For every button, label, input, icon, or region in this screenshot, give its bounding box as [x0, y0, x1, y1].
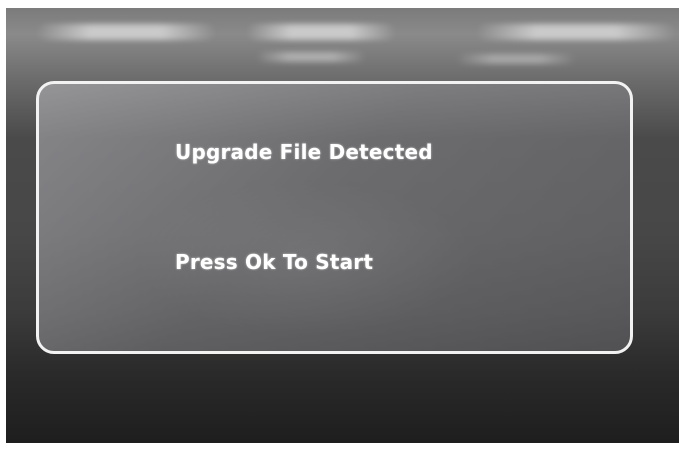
upgrade-dialog: Upgrade File Detected Press Ok To Start — [36, 81, 633, 354]
light-reflection — [476, 24, 676, 40]
tv-screen: Upgrade File Detected Press Ok To Start — [6, 8, 679, 443]
light-reflection — [256, 52, 366, 62]
light-reflection — [246, 24, 396, 40]
press-ok-instruction: Press Ok To Start — [175, 250, 374, 274]
light-reflection — [36, 24, 216, 40]
light-reflection — [456, 54, 576, 64]
upgrade-detected-message: Upgrade File Detected — [175, 140, 433, 164]
